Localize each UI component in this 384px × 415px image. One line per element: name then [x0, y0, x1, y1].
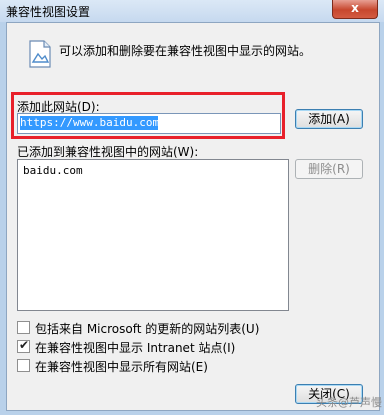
window-title: 兼容性视图设置 — [6, 5, 91, 19]
remove-button[interactable]: 删除(R) — [295, 159, 363, 179]
info-text: 可以添加和删除要在兼容性视图中显示的网站。 — [59, 44, 312, 58]
dialog-body: 可以添加和删除要在兼容性视图中显示的网站。 添加此网站(D): 添加(A) 已添… — [6, 22, 380, 411]
option-label: 在兼容性视图中显示所有网站(E) — [35, 360, 208, 374]
checkbox[interactable] — [17, 321, 30, 334]
add-button[interactable]: 添加(A) — [295, 109, 363, 129]
option-label: 包括来自 Microsoft 的更新的网站列表(U) — [35, 322, 260, 336]
window-close-button[interactable]: x — [332, 0, 378, 19]
close-icon: x — [351, 1, 359, 15]
watermark: 头条@芦声慢 — [316, 396, 382, 409]
picture-icon — [29, 40, 51, 68]
checkbox[interactable]: ✔ — [17, 338, 30, 353]
title-bar[interactable]: 兼容性视图设置 x — [0, 0, 384, 22]
check-icon: ✔ — [19, 338, 30, 352]
site-listbox[interactable]: baidu.com — [17, 159, 289, 311]
highlight-frame — [11, 92, 285, 139]
list-item[interactable]: baidu.com — [23, 164, 83, 177]
option-label: 在兼容性视图中显示 Intranet 站点(I) — [35, 341, 236, 355]
checkbox[interactable] — [17, 359, 30, 372]
site-list-label: 已添加到兼容性视图中的网站(W): — [17, 145, 199, 159]
